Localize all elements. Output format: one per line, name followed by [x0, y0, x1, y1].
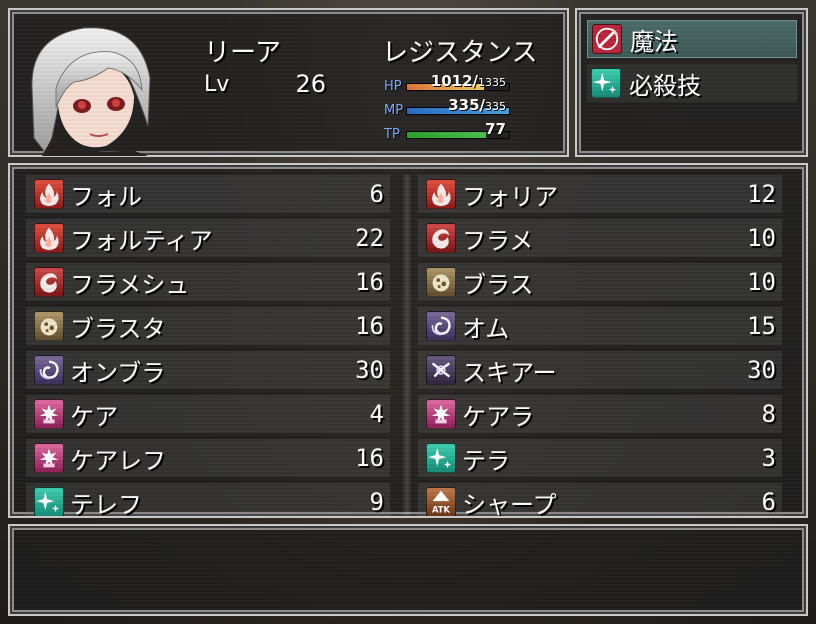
sparkle-icon [34, 487, 64, 516]
skill-cost: 22 [355, 224, 384, 252]
skill-type-special[interactable]: 必殺技 [587, 64, 797, 102]
skill-cost: 30 [355, 356, 384, 384]
skill-name: オンブラ [70, 358, 166, 387]
skill-item[interactable]: オム 15 [418, 307, 782, 345]
skill-name: ケア [70, 402, 118, 431]
skill-item[interactable]: テラ 3 [418, 439, 782, 477]
skill-name: テラ [462, 446, 510, 475]
skill-item[interactable]: オンブラ 30 [26, 351, 390, 389]
mp-gauge: MP 335/335 [384, 94, 510, 118]
fire-icon [426, 179, 456, 209]
sparkle-icon [591, 68, 621, 98]
fire-icon [34, 179, 64, 209]
tp-gauge: TP 77 [384, 118, 510, 142]
skill-type-label: 魔法 [630, 27, 678, 56]
skill-item[interactable]: ブラス 10 [418, 263, 782, 301]
earth-icon [426, 267, 456, 297]
skill-item[interactable]: テレフ 9 [26, 483, 390, 518]
tp-label: TP [384, 127, 400, 142]
skill-item[interactable]: フォルティア 22 [26, 219, 390, 257]
heal-icon [34, 399, 64, 429]
skill-cost: 4 [369, 400, 384, 428]
skill-cost: 30 [747, 356, 776, 384]
actor-portrait [31, 27, 151, 156]
atk-icon-text: ATK [432, 504, 451, 514]
mp-label: MP [384, 103, 404, 118]
skill-name: フラメ [462, 226, 534, 255]
earth-icon [34, 311, 64, 341]
skill-cost: 6 [761, 488, 776, 516]
sparkle-icon [426, 443, 456, 473]
mp-value: 335/335 [448, 96, 506, 114]
skill-name: フラメシュ [70, 270, 190, 299]
skill-cost: 16 [355, 444, 384, 472]
skill-cost: 8 [761, 400, 776, 428]
skill-list-window: フォル 6 フォリア 12 フォルティア 22 フラメ 10 フラメシュ 16 ブラス 10 ブラスタ 1… [8, 163, 808, 518]
help-window [8, 524, 808, 616]
skill-cost: 15 [747, 312, 776, 340]
skill-cost: 10 [747, 268, 776, 296]
skill-name: テレフ [70, 490, 142, 518]
skill-name: フォルティア [70, 226, 213, 255]
tp-value: 77 [485, 120, 506, 138]
skill-item[interactable]: ケア 4 [26, 395, 390, 433]
actor-name: リーア [204, 38, 281, 68]
heal-icon [426, 399, 456, 429]
flame-swirl-icon [34, 267, 64, 297]
skill-cost: 6 [369, 180, 384, 208]
skill-cost: 9 [369, 488, 384, 516]
skill-cost: 16 [355, 312, 384, 340]
skill-name: フォル [70, 182, 142, 211]
skill-cost: 3 [761, 444, 776, 472]
actor-class: レジスタンス [382, 38, 538, 68]
skill-item[interactable]: フラメ 10 [418, 219, 782, 257]
level-label: Lv [204, 72, 230, 97]
skill-cost: 10 [747, 224, 776, 252]
column-divider [402, 175, 412, 515]
heal-icon [34, 443, 64, 473]
vortex-icon [34, 355, 64, 385]
skill-name: ブラスタ [70, 314, 166, 343]
fire-icon [34, 223, 64, 253]
skill-item[interactable]: フォル 6 [26, 175, 390, 213]
skill-item[interactable]: フォリア 12 [418, 175, 782, 213]
level-value: 26 [295, 70, 326, 98]
wand-icon [592, 24, 622, 54]
skill-item[interactable]: ケアラ 8 [418, 395, 782, 433]
hp-gauge: HP 1012/1335 [384, 70, 510, 94]
tp-bar-fill [407, 132, 486, 138]
actor-status-window: リーア Lv 26 レジスタンス HP 1012/1335 MP 335/335… [8, 8, 569, 157]
skill-name: ブラス [462, 270, 534, 299]
skill-item[interactable]: ケアレフ 16 [26, 439, 390, 477]
dark-icon [426, 355, 456, 385]
skill-item[interactable]: ブラスタ 16 [26, 307, 390, 345]
skill-name: ケアラ [462, 402, 534, 431]
skill-name: スキアー [462, 358, 557, 387]
skill-type-label: 必殺技 [629, 71, 701, 100]
skill-type-magic[interactable]: 魔法 [587, 20, 797, 58]
skill-cost: 12 [747, 180, 776, 208]
skill-cost: 16 [355, 268, 384, 296]
skill-name: ケアレフ [70, 446, 166, 475]
skill-name: シャープ [462, 490, 557, 518]
skill-type-window: 魔法 必殺技 [575, 8, 808, 157]
atk-up-icon: ATK [426, 487, 456, 516]
vortex-icon [426, 311, 456, 341]
skill-item[interactable]: フラメシュ 16 [26, 263, 390, 301]
skill-item[interactable]: スキアー 30 [418, 351, 782, 389]
skill-item[interactable]: ATK シャープ 6 [418, 483, 782, 518]
hp-value: 1012/1335 [430, 72, 506, 90]
skill-name: フォリア [462, 182, 558, 211]
flame-swirl-icon [426, 223, 456, 253]
skill-name: オム [462, 314, 510, 343]
hp-label: HP [384, 79, 402, 94]
